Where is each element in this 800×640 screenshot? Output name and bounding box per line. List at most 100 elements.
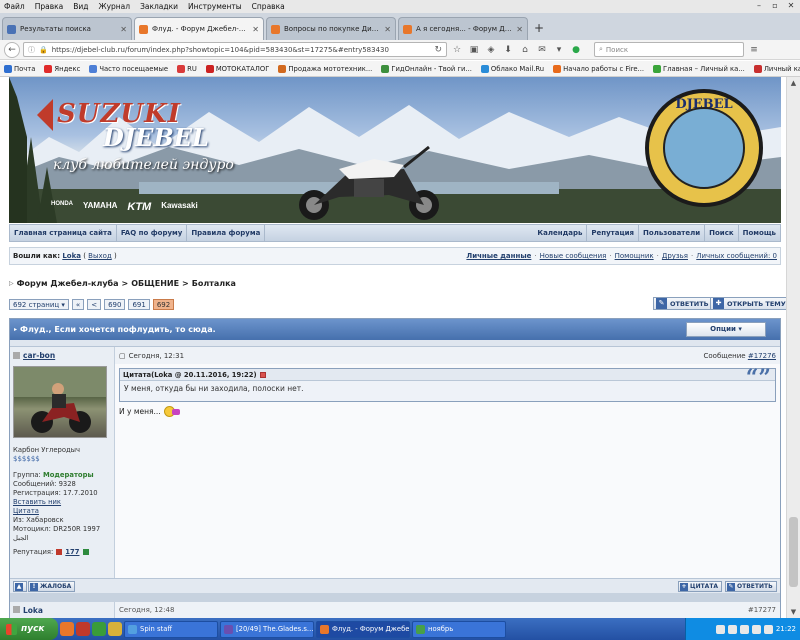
pages-dropdown[interactable]: 692 страниц ▾	[9, 299, 69, 310]
nav-faq-link[interactable]: FAQ по форуму	[117, 225, 188, 241]
quote-jump-icon[interactable]	[259, 371, 266, 378]
task-spin-staff[interactable]: Spin staff	[124, 620, 218, 638]
nav-reputation-link[interactable]: Репутация	[587, 225, 640, 241]
menu-tools[interactable]: Инструменты	[188, 2, 242, 11]
menu-help[interactable]: Справка	[252, 2, 285, 11]
lock-icon[interactable]: 🔒	[39, 46, 48, 54]
reply-small-button[interactable]: ✎ ОТВЕТИТЬ	[725, 581, 777, 592]
home-icon[interactable]: ⌂	[518, 43, 532, 57]
menu-edit[interactable]: Правка	[35, 2, 64, 11]
nav-calendar-link[interactable]: Календарь	[533, 225, 588, 241]
reputation-value[interactable]: 177	[65, 548, 79, 556]
tray-icon[interactable]	[739, 624, 749, 634]
close-tab-icon[interactable]: ✕	[252, 25, 259, 34]
username-link[interactable]: Loka	[62, 252, 81, 260]
next-post-author[interactable]: Loka	[23, 606, 43, 615]
quote-link[interactable]: Цитата	[13, 507, 111, 516]
nav-help-link[interactable]: Помощь	[739, 225, 780, 241]
task-november[interactable]: ноябрь	[412, 620, 506, 638]
scroll-top-button[interactable]: ▲	[13, 581, 27, 592]
opera-quicklaunch-icon[interactable]	[76, 622, 90, 636]
folder-quicklaunch-icon[interactable]	[108, 622, 122, 636]
menu-dropdown-icon[interactable]: ▾	[552, 43, 566, 57]
tab-today[interactable]: А я сегодня... - Форум Джеб... ✕	[398, 17, 528, 40]
breadcrumb-forum[interactable]: Форум Джебел-клуба	[17, 279, 119, 288]
start-button[interactable]: пуск	[0, 618, 58, 640]
chat-icon[interactable]: ✉	[535, 43, 549, 57]
reload-icon[interactable]: ↻	[434, 45, 442, 55]
quote-button[interactable]: + ЦИТАТА	[678, 581, 723, 592]
personal-data-link[interactable]: Личные данные	[466, 252, 531, 260]
close-tab-icon[interactable]: ✕	[120, 25, 127, 34]
task-video-player[interactable]: [20/49] The.Glades.s...	[220, 620, 314, 638]
bookmark-item[interactable]: Часто посещаемые	[89, 64, 168, 73]
menu-history[interactable]: Журнал	[99, 2, 131, 11]
nav-home-link[interactable]: Главная страница сайта	[10, 225, 117, 241]
new-topic-button[interactable]: ✚ ОТКРЫТЬ ТЕМУ	[710, 297, 791, 310]
bookmark-item[interactable]: Почта	[4, 64, 35, 73]
friends-link[interactable]: Друзья	[662, 252, 688, 260]
tab-purchase-questions[interactable]: Вопросы по покупке Дитри -... ✕	[266, 17, 396, 40]
close-tab-icon[interactable]: ✕	[384, 25, 391, 34]
bookmark-item[interactable]: Яндекс	[44, 64, 80, 73]
bookmark-item[interactable]: МОТОКАТАЛОГ	[205, 64, 269, 73]
complaint-button[interactable]: ! ЖАЛОБА	[28, 581, 76, 592]
vertical-scrollbar[interactable]: ▲ ▼	[786, 77, 800, 618]
breadcrumb-section[interactable]: ОБЩЕНИЕ	[131, 279, 179, 288]
minimize-button[interactable]: –	[752, 1, 766, 11]
url-bar[interactable]: ⓘ 🔒 https://djebel-club.ru/forum/index.p…	[23, 42, 447, 57]
scroll-down-icon[interactable]: ▼	[787, 606, 800, 618]
options-dropdown[interactable]: Опции ▾	[686, 322, 766, 337]
search-box[interactable]: ⌕ Поиск	[594, 42, 744, 57]
back-button[interactable]: ←	[4, 41, 20, 58]
page-link-690[interactable]: 690	[104, 299, 126, 310]
close-tab-icon[interactable]: ✕	[516, 25, 523, 34]
bookmark-star-icon[interactable]: ☆	[450, 43, 464, 57]
prev-page-button[interactable]: <	[87, 299, 102, 310]
bookmark-item[interactable]: Главная – Личный ка...	[653, 64, 745, 73]
assistant-link[interactable]: Помощник	[615, 252, 654, 260]
tray-icon[interactable]	[715, 624, 725, 634]
firefox-quicklaunch-icon[interactable]	[60, 622, 74, 636]
reputation-plus-icon[interactable]	[82, 549, 89, 555]
bookmark-item[interactable]: Продажа мототехник...	[278, 64, 372, 73]
tab-flood-forum[interactable]: Флуд. - Форум Джебел-клуба ✕	[134, 17, 264, 40]
close-window-button[interactable]: ✕	[784, 1, 798, 11]
chrome-quicklaunch-icon[interactable]	[92, 622, 106, 636]
bookmark-item[interactable]: RU	[177, 64, 197, 73]
tab-search-results[interactable]: Результаты поиска ✕	[2, 17, 132, 40]
reputation-minus-icon[interactable]	[56, 549, 63, 555]
private-messages-link[interactable]: Личных сообщений: 0	[696, 252, 777, 260]
tray-icon[interactable]	[727, 624, 737, 634]
hamburger-menu-icon[interactable]: ≡	[747, 43, 761, 57]
scroll-up-icon[interactable]: ▲	[787, 77, 800, 89]
insert-nick-link[interactable]: Вставить ник	[13, 498, 111, 507]
post-number-link[interactable]: #17276	[748, 352, 776, 360]
clipboard-icon[interactable]: ▣	[467, 43, 481, 57]
bookmark-item[interactable]: Начало работы с Fire...	[553, 64, 644, 73]
download-icon[interactable]: ⬇	[501, 43, 515, 57]
bookmark-item[interactable]: ГидОнлайн - Твой ги...	[381, 64, 472, 73]
scrollbar-thumb[interactable]	[789, 517, 798, 587]
logout-link[interactable]: Выход	[88, 252, 112, 260]
bookmark-item[interactable]: Личный кабинет - Ул...	[753, 64, 800, 73]
task-firefox-forum[interactable]: Флуд. - Форум Джебел...	[316, 620, 410, 638]
menu-file[interactable]: Файл	[4, 2, 25, 11]
new-tab-icon[interactable]: +	[530, 17, 548, 40]
bookmark-item[interactable]: Облако Mail.Ru	[480, 64, 544, 73]
page-link-691[interactable]: 691	[128, 299, 150, 310]
sync-icon[interactable]: ●	[569, 43, 583, 57]
nav-rules-link[interactable]: Правила форума	[187, 225, 266, 241]
volume-icon[interactable]	[751, 624, 761, 634]
nav-search-link[interactable]: Поиск	[705, 225, 739, 241]
new-messages-link[interactable]: Новые сообщения	[540, 252, 607, 260]
menu-bookmarks[interactable]: Закладки	[140, 2, 178, 11]
nav-users-link[interactable]: Пользователи	[639, 225, 706, 241]
maximize-button[interactable]: ▫	[768, 1, 782, 11]
first-page-button[interactable]: «	[71, 299, 85, 310]
info-icon[interactable]: ⓘ	[28, 45, 35, 55]
menu-view[interactable]: Вид	[73, 2, 88, 11]
url-text[interactable]: https://djebel-club.ru/forum/index.php?s…	[52, 46, 431, 54]
network-icon[interactable]	[763, 624, 773, 634]
breadcrumb-subforum[interactable]: Болталка	[192, 279, 236, 288]
